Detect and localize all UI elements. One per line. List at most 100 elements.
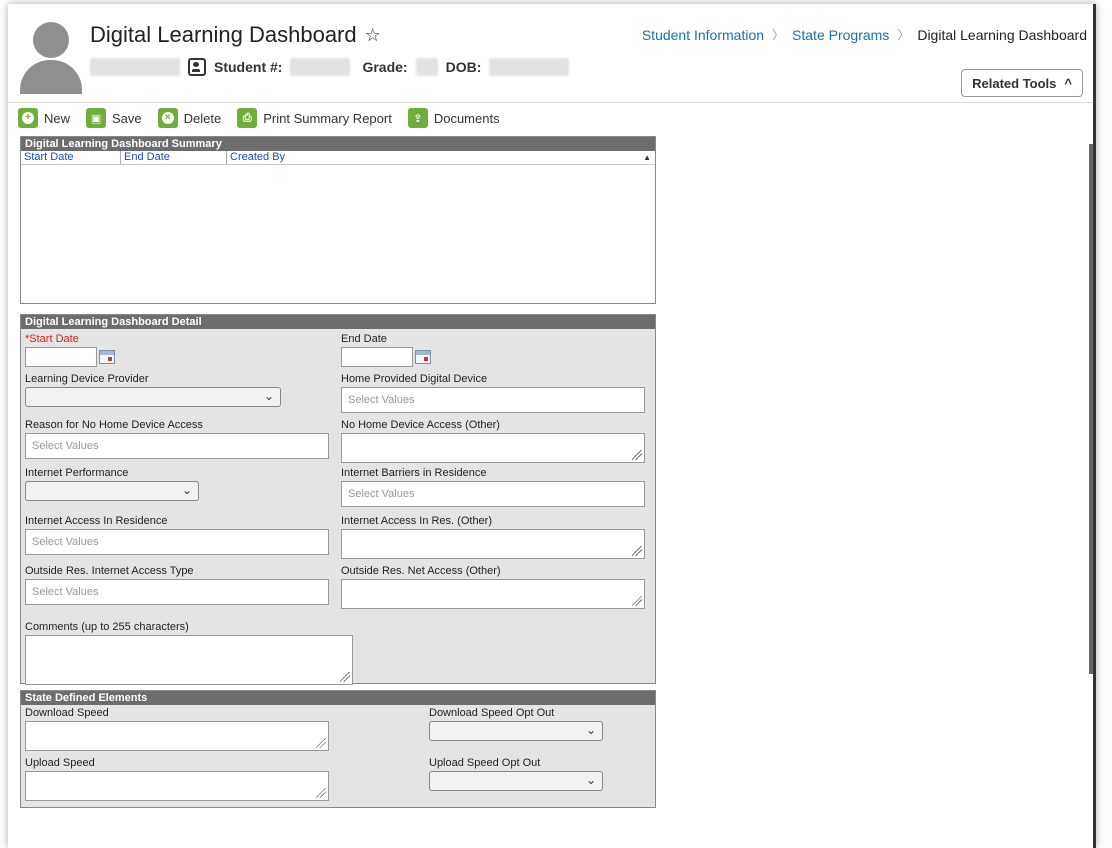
start-date-input[interactable] (25, 347, 97, 367)
internet-access-other-field: Internet Access In Res. (Other) (341, 515, 645, 559)
no-home-access-other-label: No Home Device Access (Other) (341, 419, 500, 431)
outside-access-type-field: Outside Res. Internet Access Type Select… (25, 565, 329, 605)
upload-speed-label: Upload Speed (25, 757, 95, 769)
summary-panel: Digital Learning Dashboard Summary Start… (20, 136, 656, 304)
learning-device-provider-field: Learning Device Provider ⌄ (25, 373, 281, 407)
upload-opt-out-select[interactable]: ⌄ (429, 771, 603, 791)
internet-performance-select[interactable]: ⌄ (25, 481, 199, 501)
internet-access-residence-multiselect[interactable]: Select Values (25, 529, 329, 555)
header-divider (8, 102, 1093, 103)
calendar-icon[interactable] (99, 350, 115, 364)
upload-speed-field: Upload Speed (25, 757, 329, 801)
start-date-label: *Start Date (25, 333, 79, 345)
home-provided-device-label: Home Provided Digital Device (341, 373, 488, 385)
download-opt-out-label: Download Speed Opt Out (429, 707, 555, 719)
delete-button[interactable]: × Delete (157, 108, 222, 128)
related-tools-button[interactable]: Related Tools ^ (961, 69, 1083, 97)
related-tools-label: Related Tools (972, 75, 1057, 91)
upload-opt-out-field: Upload Speed Opt Out ⌄ (429, 757, 603, 791)
star-icon[interactable]: ☆ (365, 25, 381, 46)
comments-label: Comments (up to 255 characters) (25, 621, 189, 633)
start-date-field: *Start Date (25, 333, 115, 367)
no-home-access-other-field: No Home Device Access (Other) (341, 419, 645, 463)
no-home-access-other-textarea[interactable] (341, 433, 645, 463)
internet-access-other-textarea[interactable] (341, 529, 645, 559)
chevron-down-icon: ⌄ (585, 773, 596, 787)
printer-icon: ⎙ (237, 108, 258, 128)
download-opt-out-field: Download Speed Opt Out ⌄ (429, 707, 603, 741)
download-opt-out-select[interactable]: ⌄ (429, 721, 603, 741)
internet-access-other-label: Internet Access In Res. (Other) (341, 515, 493, 527)
reason-no-home-access-multiselect[interactable]: Select Values (25, 433, 329, 459)
save-button[interactable]: ▣ Save (86, 108, 142, 128)
outside-access-type-label: Outside Res. Internet Access Type (25, 565, 194, 577)
documents-button[interactable]: ⇪ Documents (407, 108, 500, 128)
chevron-down-icon: ⌄ (181, 483, 192, 497)
new-button[interactable]: + New (18, 108, 70, 128)
app-window: Digital Learning Dashboard ☆ Student #: … (8, 4, 1096, 848)
column-end-date[interactable]: End Date (121, 151, 227, 164)
reason-no-home-access-field: Reason for No Home Device Access Select … (25, 419, 329, 459)
chevron-down-icon: ⌄ (585, 723, 596, 737)
download-speed-label: Download Speed (25, 707, 109, 719)
dob-redacted (489, 58, 570, 76)
contact-card-icon[interactable] (188, 58, 206, 76)
dob-label: DOB: (445, 59, 482, 75)
state-defined-panel: State Defined Elements Download Speed Do… (20, 690, 656, 808)
state-panel-title: State Defined Elements (21, 691, 655, 705)
delete-label: Delete (183, 110, 222, 126)
comments-field: Comments (up to 255 characters) (25, 621, 353, 685)
chevron-up-icon: ^ (1064, 75, 1072, 91)
student-info: Student #: Grade: DOB: (90, 58, 570, 76)
chevron-down-icon: ⌄ (263, 389, 274, 403)
reason-no-home-access-label: Reason for No Home Device Access (25, 419, 203, 431)
save-icon: ▣ (86, 108, 107, 128)
student-number-redacted (290, 58, 351, 76)
grade-label: Grade: (362, 59, 408, 75)
breadcrumb-student-information[interactable]: Student Information (642, 27, 764, 43)
print-summary-report-button[interactable]: ⎙ Print Summary Report (237, 108, 392, 128)
column-created-by[interactable]: Created By (227, 151, 447, 164)
summary-table-header: Start Date End Date Created By ▲ (21, 151, 655, 165)
vertical-scrollbar[interactable] (1089, 144, 1093, 674)
end-date-label: End Date (341, 333, 387, 345)
outside-access-other-label: Outside Res. Net Access (Other) (341, 565, 501, 577)
download-speed-textarea[interactable] (25, 721, 329, 751)
internet-access-residence-field: Internet Access In Residence Select Valu… (25, 515, 329, 555)
sort-up-icon[interactable]: ▲ (643, 153, 651, 162)
outside-access-other-textarea[interactable] (341, 579, 645, 609)
outside-access-other-field: Outside Res. Net Access (Other) (341, 565, 645, 609)
chevron-right-icon: 〉 (897, 28, 910, 42)
student-avatar (20, 22, 82, 94)
delete-icon: × (157, 108, 178, 128)
end-date-input[interactable] (341, 347, 413, 367)
upload-icon: ⇪ (407, 108, 428, 128)
outside-access-type-multiselect[interactable]: Select Values (25, 579, 329, 605)
internet-performance-label: Internet Performance (25, 467, 129, 479)
upload-speed-textarea[interactable] (25, 771, 329, 801)
grade-redacted (415, 58, 438, 76)
page-title-wrap: Digital Learning Dashboard ☆ (90, 22, 381, 48)
documents-label: Documents (433, 110, 500, 126)
comments-textarea[interactable] (25, 635, 353, 685)
breadcrumb: Student Information 〉 State Programs 〉 D… (642, 26, 1087, 43)
save-label: Save (112, 110, 142, 126)
column-start-date[interactable]: Start Date (21, 151, 121, 164)
learning-device-provider-label: Learning Device Provider (25, 373, 149, 385)
internet-barriers-field: Internet Barriers in Residence Select Va… (341, 467, 645, 507)
home-provided-device-multiselect[interactable]: Select Values (341, 387, 645, 413)
internet-performance-field: Internet Performance ⌄ (25, 467, 199, 501)
breadcrumb-current: Digital Learning Dashboard (917, 26, 1087, 43)
plus-icon: + (18, 108, 38, 128)
learning-device-provider-select[interactable]: ⌄ (25, 387, 281, 407)
internet-barriers-multiselect[interactable]: Select Values (341, 481, 645, 507)
internet-barriers-label: Internet Barriers in Residence (341, 467, 487, 479)
detail-panel: Digital Learning Dashboard Detail *Start… (20, 314, 656, 685)
upload-opt-out-label: Upload Speed Opt Out (429, 757, 541, 769)
chevron-right-icon: 〉 (772, 28, 785, 42)
breadcrumb-state-programs[interactable]: State Programs (792, 27, 889, 43)
new-label: New (44, 110, 71, 126)
calendar-icon[interactable] (415, 350, 431, 364)
student-name-redacted (90, 58, 180, 76)
home-provided-device-field: Home Provided Digital Device Select Valu… (341, 373, 645, 413)
